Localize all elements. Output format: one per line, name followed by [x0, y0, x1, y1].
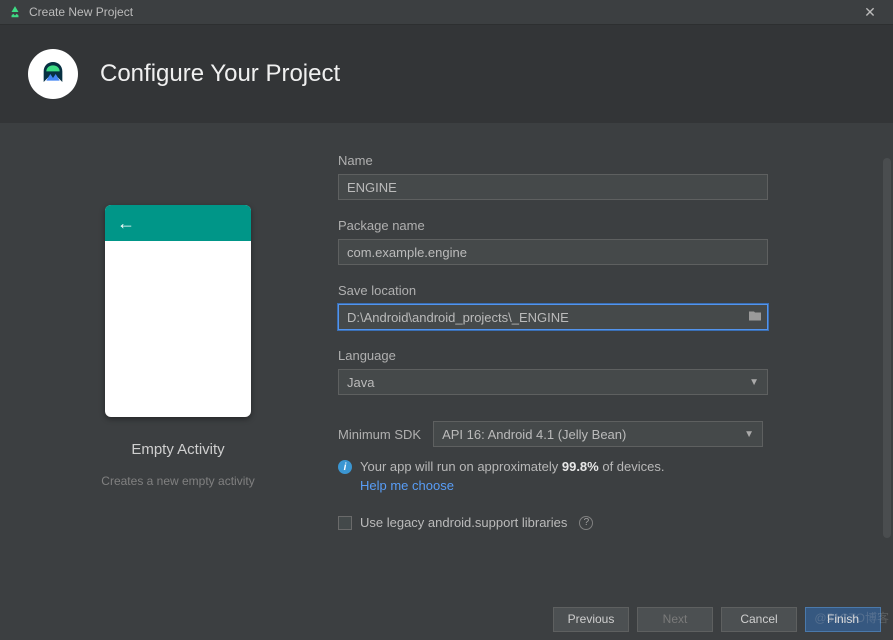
info-icon: i — [338, 460, 352, 474]
package-label: Package name — [338, 218, 845, 233]
wizard-header: Configure Your Project — [0, 25, 893, 123]
language-value: Java — [347, 375, 374, 390]
minsdk-value: API 16: Android 4.1 (Jelly Bean) — [442, 427, 626, 442]
language-label: Language — [338, 348, 845, 363]
template-description: Creates a new empty activity — [101, 474, 254, 488]
legacy-support-label: Use legacy android.support libraries — [360, 515, 567, 530]
cancel-button[interactable]: Cancel — [721, 607, 797, 632]
location-input[interactable] — [338, 304, 768, 330]
name-input[interactable] — [338, 174, 768, 200]
close-icon[interactable]: ✕ — [855, 4, 885, 21]
previous-button[interactable]: Previous — [553, 607, 629, 632]
template-preview-column: ← Empty Activity Creates a new empty act… — [18, 153, 338, 598]
android-studio-icon — [8, 5, 22, 19]
location-label: Save location — [338, 283, 845, 298]
chevron-down-icon: ▼ — [744, 429, 754, 440]
minsdk-label: Minimum SDK — [338, 427, 421, 442]
vertical-scrollbar[interactable] — [883, 158, 891, 538]
minsdk-select[interactable]: API 16: Android 4.1 (Jelly Bean) ▼ — [433, 421, 763, 447]
configure-form: Name Package name Save location Language… — [338, 153, 875, 598]
wizard-footer: Previous Next Cancel Finish — [0, 598, 893, 640]
android-studio-logo — [28, 49, 78, 99]
device-preview: ← — [105, 205, 251, 417]
help-me-choose-link[interactable]: Help me choose — [360, 478, 454, 493]
titlebar: Create New Project ✕ — [0, 0, 893, 25]
help-icon[interactable]: ? — [579, 516, 593, 530]
page-title: Configure Your Project — [100, 60, 340, 88]
browse-folder-icon[interactable] — [748, 310, 762, 325]
next-button: Next — [637, 607, 713, 632]
language-select[interactable]: Java ▼ — [338, 369, 768, 395]
device-coverage-text: Your app will run on approximately 99.8%… — [360, 459, 665, 474]
back-arrow-icon: ← — [117, 213, 135, 234]
legacy-support-checkbox[interactable] — [338, 516, 352, 530]
package-input[interactable] — [338, 239, 768, 265]
template-name: Empty Activity — [131, 441, 224, 458]
finish-button[interactable]: Finish — [805, 607, 881, 632]
window-title: Create New Project — [29, 5, 855, 19]
chevron-down-icon: ▼ — [749, 377, 759, 388]
name-label: Name — [338, 153, 845, 168]
